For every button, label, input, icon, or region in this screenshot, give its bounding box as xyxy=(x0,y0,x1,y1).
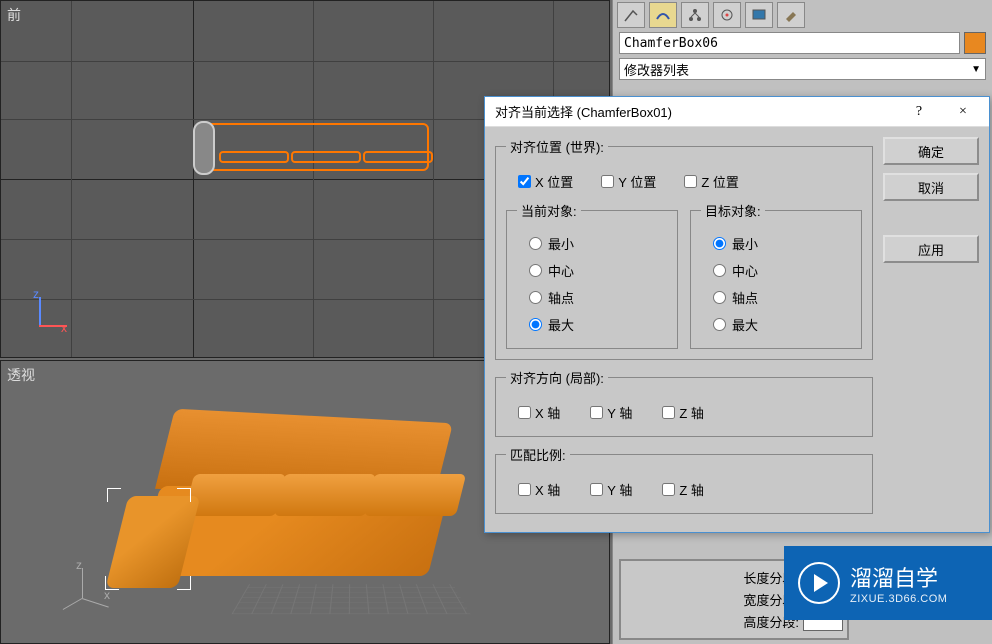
display-tab-icon[interactable] xyxy=(745,2,773,28)
play-icon xyxy=(798,562,840,604)
selection-bracket xyxy=(107,488,121,502)
axis-line xyxy=(63,598,83,610)
apply-button[interactable]: 应用 xyxy=(883,235,979,263)
current-object-group: 当前对象: 最小 中心 轴点 最大 xyxy=(506,201,678,349)
orient-y-checkbox[interactable]: Y 轴 xyxy=(590,403,632,422)
cancel-button[interactable]: 取消 xyxy=(883,173,979,201)
grid-line xyxy=(313,1,314,357)
current-max-radio[interactable]: 最大 xyxy=(529,315,663,334)
object-name-row xyxy=(619,32,986,54)
axis-gizmo-persp: z x xyxy=(56,558,116,618)
grid-line xyxy=(433,1,434,357)
z-position-checkbox[interactable]: Z 位置 xyxy=(684,172,739,191)
axis-z-line xyxy=(39,297,41,325)
selection-bracket xyxy=(177,576,191,590)
viewport-persp-label: 透视 xyxy=(7,365,35,385)
axis-x-label: x xyxy=(61,321,67,335)
x-position-checkbox[interactable]: X 位置 xyxy=(518,172,573,191)
cushion-outline[interactable] xyxy=(291,151,361,163)
axis-gizmo: z x xyxy=(21,287,71,337)
panel-tab-bar xyxy=(613,0,992,30)
current-min-radio[interactable]: 最小 xyxy=(529,234,663,253)
viewport-front-label: 前 xyxy=(7,5,21,25)
create-tab-icon[interactable] xyxy=(617,2,645,28)
axis-x-label: x xyxy=(104,588,110,602)
axis-line xyxy=(82,568,83,598)
y-pos-check[interactable] xyxy=(601,175,614,188)
z-pos-check[interactable] xyxy=(684,175,697,188)
motion-tab-icon[interactable] xyxy=(713,2,741,28)
current-object-legend: 当前对象: xyxy=(517,201,581,220)
orient-x-checkbox[interactable]: X 轴 xyxy=(518,403,560,422)
match-scale-group: 匹配比例: X 轴 Y 轴 Z 轴 xyxy=(495,445,873,514)
watermark-subtitle: ZIXUE.3D66.COM xyxy=(850,593,947,605)
scale-x-checkbox[interactable]: X 轴 xyxy=(518,480,560,499)
orient-z-checkbox[interactable]: Z 轴 xyxy=(662,403,704,422)
y-position-checkbox[interactable]: Y 位置 xyxy=(601,172,656,191)
align-orientation-group: 对齐方向 (局部): X 轴 Y 轴 Z 轴 xyxy=(495,368,873,437)
couch-cushion xyxy=(364,474,466,516)
scale-y-checkbox[interactable]: Y 轴 xyxy=(590,480,632,499)
cushion-outline[interactable] xyxy=(219,151,289,163)
x-pos-check[interactable] xyxy=(518,175,531,188)
watermark-title: 溜溜自学 xyxy=(850,561,947,593)
target-object-group: 目标对象: 最小 中心 轴点 最大 xyxy=(690,201,862,349)
target-object-legend: 目标对象: xyxy=(701,201,765,220)
couch-3d[interactable] xyxy=(149,416,459,596)
dialog-title: 对齐当前选择 (ChamferBox01) xyxy=(495,102,903,121)
modifier-list-label: 修改器列表 xyxy=(624,60,689,79)
object-color-swatch[interactable] xyxy=(964,32,986,54)
grid-line xyxy=(71,1,72,357)
couch-cushion xyxy=(274,474,376,516)
target-max-radio[interactable]: 最大 xyxy=(713,315,847,334)
scale-z-checkbox[interactable]: Z 轴 xyxy=(662,480,704,499)
ok-button[interactable]: 确定 xyxy=(883,137,979,165)
grid-axis-vertical xyxy=(193,1,194,357)
modifier-list-dropdown[interactable]: 修改器列表 ▼ xyxy=(619,58,986,80)
target-min-radio[interactable]: 最小 xyxy=(713,234,847,253)
utilities-tab-icon[interactable] xyxy=(777,2,805,28)
axis-x-line xyxy=(39,325,67,327)
selection-bracket xyxy=(177,488,191,502)
target-center-radio[interactable]: 中心 xyxy=(713,261,847,280)
align-position-group: 对齐位置 (世界): X 位置 Y 位置 Z 位置 当前对象: 最小 中心 轴点… xyxy=(495,137,873,360)
target-pivot-radio[interactable]: 轴点 xyxy=(713,288,847,307)
hierarchy-tab-icon[interactable] xyxy=(681,2,709,28)
object-name-input[interactable] xyxy=(619,32,960,54)
dialog-titlebar[interactable]: 对齐当前选择 (ChamferBox01) ? × xyxy=(485,97,989,127)
align-orientation-legend: 对齐方向 (局部): xyxy=(506,368,608,387)
help-button[interactable]: ? xyxy=(903,104,935,120)
current-center-radio[interactable]: 中心 xyxy=(529,261,663,280)
match-scale-legend: 匹配比例: xyxy=(506,445,570,464)
armrest-selected[interactable] xyxy=(193,121,215,175)
close-button[interactable]: × xyxy=(947,104,979,120)
couch-cushion xyxy=(184,474,286,516)
current-pivot-radio[interactable]: 轴点 xyxy=(529,288,663,307)
modify-tab-icon[interactable] xyxy=(649,2,677,28)
chevron-down-icon: ▼ xyxy=(971,64,981,75)
align-position-legend: 对齐位置 (世界): xyxy=(506,137,608,156)
watermark-badge: 溜溜自学 ZIXUE.3D66.COM xyxy=(784,546,992,620)
grid-line xyxy=(1,61,609,62)
cushion-outline[interactable] xyxy=(363,151,433,163)
align-dialog: 对齐当前选择 (ChamferBox01) ? × 对齐位置 (世界): X 位… xyxy=(484,96,990,533)
couch-front-outline[interactable] xyxy=(204,123,429,171)
